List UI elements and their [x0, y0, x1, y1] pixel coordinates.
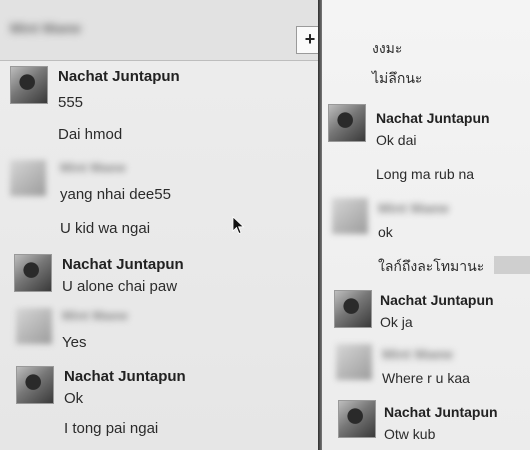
sender-name[interactable]: Mint Maew — [62, 308, 128, 323]
sender-name[interactable]: Nachat Juntapun — [64, 368, 186, 385]
message-text: U alone chai paw — [62, 278, 178, 295]
chat-window-right: งงมะ ไม่ลึกนะ Nachat Juntapun Ok dai Lon… — [322, 0, 530, 450]
mouse-pointer-icon — [232, 216, 245, 235]
avatar[interactable] — [10, 160, 46, 196]
obscured-area — [494, 256, 530, 274]
message-text: ใลก์ถึงละโทมานะ — [378, 258, 485, 274]
message-text: 555 — [58, 94, 84, 111]
message-text: yang nhai dee55 — [60, 186, 171, 203]
message-text: Dai hmod — [58, 126, 123, 143]
chat-header: Mint Maew — [0, 0, 322, 61]
message-text: ไม่ลึกนะ — [372, 70, 423, 86]
message-text: Yes — [62, 334, 87, 351]
sender-name[interactable]: Nachat Juntapun — [384, 404, 498, 420]
avatar[interactable] — [328, 104, 366, 142]
message-text: งงมะ — [372, 40, 403, 56]
avatar[interactable] — [334, 290, 372, 328]
message-text: Ok — [64, 390, 84, 407]
avatar[interactable] — [16, 366, 54, 404]
message-text: ok — [378, 224, 393, 240]
sender-name[interactable]: Mint Maew — [60, 160, 126, 175]
avatar[interactable] — [336, 344, 372, 380]
message-text: Otw kub — [384, 426, 436, 442]
message-text: I tong pai ngai — [64, 420, 159, 437]
avatar[interactable] — [10, 66, 48, 104]
sender-name[interactable]: Nachat Juntapun — [58, 68, 180, 85]
chat-window-left: Mint Maew + Nachat Juntapun 555 Dai hmod… — [0, 0, 322, 450]
sender-name[interactable]: Mint Maew — [378, 200, 449, 216]
message-text: Ok dai — [376, 132, 417, 148]
sender-name[interactable]: Nachat Juntapun — [380, 292, 494, 308]
avatar[interactable] — [16, 308, 52, 344]
avatar[interactable] — [338, 400, 376, 438]
chat-contact-name: Mint Maew — [10, 20, 81, 36]
avatar[interactable] — [14, 254, 52, 292]
sender-name[interactable]: Nachat Juntapun — [62, 256, 184, 273]
avatar[interactable] — [332, 198, 368, 234]
message-text: Long ma rub na — [376, 166, 475, 182]
sender-name[interactable]: Mint Maew — [382, 346, 453, 362]
message-text: U kid wa ngai — [60, 220, 151, 237]
sender-name[interactable]: Nachat Juntapun — [376, 110, 490, 126]
message-text: Ok ja — [380, 314, 413, 330]
message-text: Where r u kaa — [382, 370, 470, 386]
